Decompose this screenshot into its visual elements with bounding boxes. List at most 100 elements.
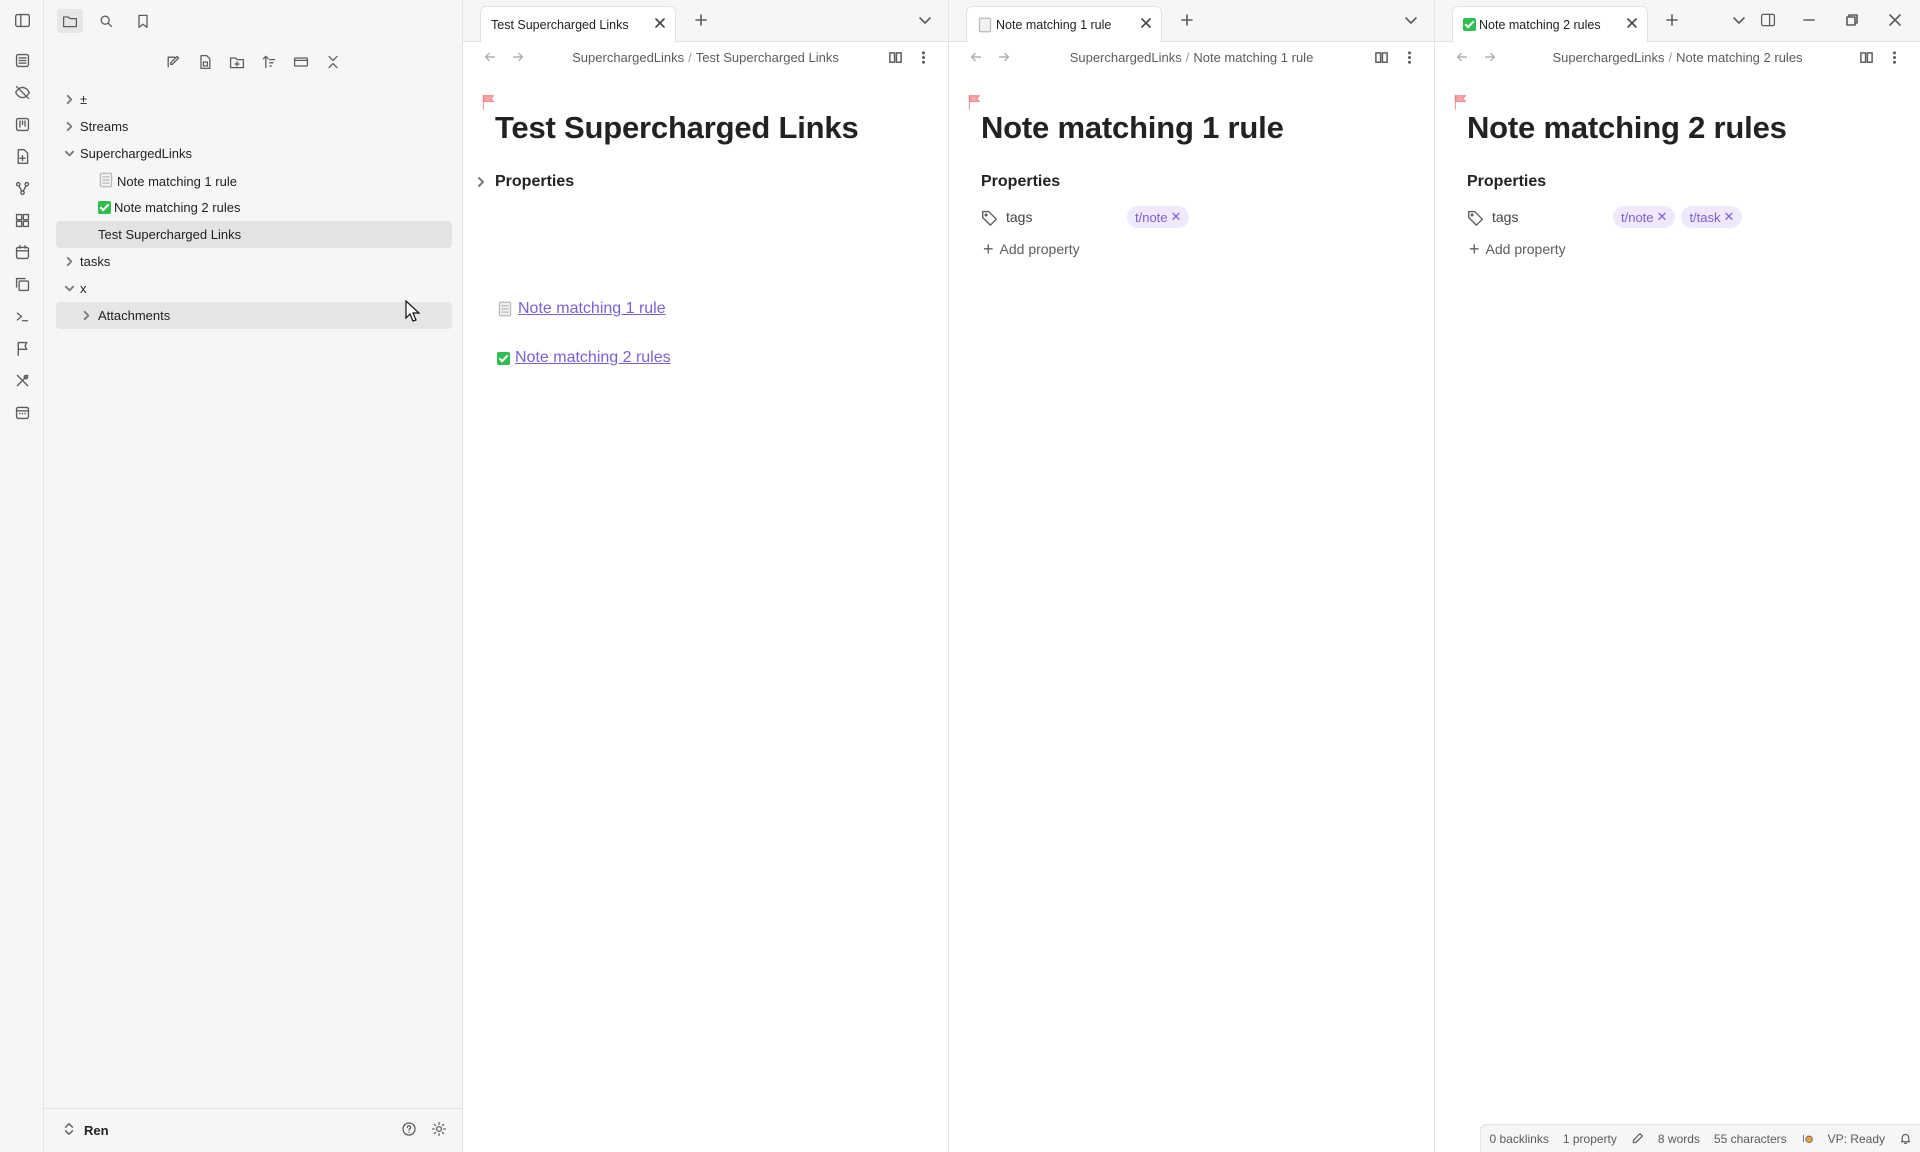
sort-order-icon[interactable] bbox=[257, 50, 281, 74]
breadcrumb-folder[interactable]: SuperchargedLinks bbox=[572, 50, 684, 65]
tab-note-matching-1-rule[interactable]: Note matching 1 rule bbox=[966, 6, 1162, 42]
chevron-down-icon[interactable] bbox=[62, 147, 76, 161]
calendar-icon[interactable] bbox=[12, 242, 32, 262]
chevron-right-icon[interactable] bbox=[79, 309, 93, 323]
kanban-icon[interactable] bbox=[12, 114, 32, 134]
graph-icon[interactable] bbox=[12, 178, 32, 198]
tab-test-supercharged-links[interactable]: Test Supercharged Links bbox=[480, 6, 676, 42]
new-from-template-icon[interactable] bbox=[193, 50, 217, 74]
collapse-all-icon[interactable] bbox=[321, 50, 345, 74]
flag-icon[interactable] bbox=[12, 338, 32, 358]
tree-folder-tasks[interactable]: tasks bbox=[56, 248, 452, 275]
tab-list-chevron-down-icon[interactable] bbox=[1403, 12, 1419, 31]
pencil-icon[interactable] bbox=[1631, 1132, 1644, 1145]
tree-folder-superchargedlinks[interactable]: SuperchargedLinks bbox=[56, 140, 452, 167]
new-tab-plus-icon[interactable] bbox=[693, 12, 709, 31]
add-property-button[interactable]: + Add property bbox=[983, 240, 1080, 258]
eye-off-icon[interactable] bbox=[12, 82, 32, 102]
tree-folder-attachments[interactable]: Attachments bbox=[56, 302, 452, 329]
chevron-right-icon[interactable] bbox=[62, 255, 76, 269]
remove-tag-icon[interactable]: ✕ bbox=[1171, 209, 1182, 225]
chevron-down-icon[interactable] bbox=[62, 282, 76, 296]
tree-file-test-supercharged-links[interactable]: Test Supercharged Links bbox=[56, 221, 452, 248]
add-property-button[interactable]: + Add property bbox=[1469, 240, 1566, 258]
restore-window-icon[interactable] bbox=[1844, 12, 1860, 31]
tab-note-matching-2-rules[interactable]: Note matching 2 rules bbox=[1452, 6, 1648, 42]
note-title[interactable]: Note matching 1 rule bbox=[981, 110, 1284, 146]
chevron-right-icon[interactable] bbox=[62, 93, 76, 107]
close-icon[interactable] bbox=[1139, 16, 1153, 33]
outline-icon[interactable] bbox=[12, 50, 32, 70]
remove-tag-icon[interactable]: ✕ bbox=[1657, 209, 1668, 225]
copy-icon[interactable] bbox=[12, 274, 32, 294]
reading-view-book-icon[interactable] bbox=[1374, 50, 1389, 68]
new-tab-plus-icon[interactable] bbox=[1179, 12, 1195, 31]
close-icon[interactable] bbox=[1625, 16, 1639, 33]
terminal-icon[interactable] bbox=[12, 306, 32, 326]
minimize-window-icon[interactable] bbox=[1801, 12, 1817, 31]
internal-link-note-1[interactable]: Note matching 1 rule bbox=[497, 300, 666, 318]
sidebar-toggle-icon[interactable] bbox=[12, 10, 32, 30]
calendar-alt-icon[interactable] bbox=[12, 402, 32, 422]
search-tab-icon[interactable] bbox=[93, 9, 119, 33]
tree-file-note-matching-2-rules[interactable]: Note matching 2 rules bbox=[56, 194, 452, 221]
tree-folder-streams[interactable]: Streams bbox=[56, 113, 452, 140]
chevron-right-icon[interactable] bbox=[475, 176, 487, 191]
tree-item-label: ± bbox=[80, 92, 88, 107]
note-title[interactable]: Test Supercharged Links bbox=[495, 110, 859, 146]
bookmarks-tab-icon[interactable] bbox=[130, 9, 156, 33]
status-backlinks[interactable]: 0 backlinks bbox=[1489, 1132, 1548, 1146]
sync-status-icon[interactable] bbox=[1801, 1132, 1814, 1145]
properties-heading[interactable]: Properties bbox=[495, 173, 574, 191]
properties-heading[interactable]: Properties bbox=[1467, 173, 1546, 191]
tree-folder-x[interactable]: x bbox=[56, 275, 452, 302]
tag-chip[interactable]: t/note ✕ bbox=[1613, 206, 1676, 228]
link-text[interactable]: Note matching 1 rule bbox=[518, 300, 666, 318]
tools-icon[interactable] bbox=[12, 370, 32, 390]
vault-switcher-icon[interactable] bbox=[62, 1122, 76, 1139]
status-properties[interactable]: 1 property bbox=[1563, 1132, 1617, 1146]
internal-link-note-2[interactable]: Note matching 2 rules bbox=[497, 349, 671, 367]
auto-reveal-icon[interactable] bbox=[289, 50, 313, 74]
file-plus-icon[interactable] bbox=[12, 146, 32, 166]
tab-list-chevron-down-icon[interactable] bbox=[1731, 12, 1747, 31]
reading-view-book-icon[interactable] bbox=[1859, 50, 1874, 68]
tag-chip[interactable]: t/task ✕ bbox=[1681, 206, 1743, 228]
more-options-icon[interactable] bbox=[1887, 50, 1902, 68]
close-icon[interactable] bbox=[653, 16, 667, 33]
tree-item-wrap: Note matching 1 rule bbox=[98, 172, 237, 189]
reading-view-book-icon[interactable] bbox=[888, 50, 903, 68]
canvas-icon[interactable] bbox=[12, 210, 32, 230]
breadcrumb-file[interactable]: Note matching 2 rules bbox=[1676, 50, 1802, 65]
new-tab-plus-icon[interactable] bbox=[1664, 12, 1680, 31]
tree-item-label: tasks bbox=[80, 254, 111, 269]
tab-list-chevron-down-icon[interactable] bbox=[917, 12, 933, 31]
close-window-icon[interactable] bbox=[1887, 12, 1903, 31]
vault-name[interactable]: Ren bbox=[84, 1123, 109, 1138]
new-note-icon[interactable] bbox=[161, 50, 185, 74]
right-sidebar-toggle-icon[interactable] bbox=[1760, 12, 1776, 31]
new-folder-icon[interactable] bbox=[225, 50, 249, 74]
files-tab-icon[interactable] bbox=[57, 9, 83, 33]
tag-chip[interactable]: t/note ✕ bbox=[1127, 206, 1190, 228]
settings-gear-icon[interactable] bbox=[431, 1121, 447, 1140]
breadcrumb-file[interactable]: Test Supercharged Links bbox=[696, 50, 839, 65]
breadcrumb-folder[interactable]: SuperchargedLinks bbox=[1552, 50, 1664, 65]
property-key[interactable]: tags bbox=[1467, 209, 1518, 226]
remove-tag-icon[interactable]: ✕ bbox=[1724, 209, 1735, 225]
notification-bell-icon[interactable] bbox=[1899, 1132, 1912, 1145]
chevron-right-icon[interactable] bbox=[62, 120, 76, 134]
status-vp[interactable]: VP: Ready bbox=[1828, 1132, 1885, 1146]
breadcrumb-file[interactable]: Note matching 1 rule bbox=[1193, 50, 1313, 65]
help-icon[interactable] bbox=[401, 1121, 417, 1140]
more-options-icon[interactable] bbox=[916, 50, 931, 68]
property-key[interactable]: tags bbox=[981, 209, 1032, 226]
properties-heading[interactable]: Properties bbox=[981, 173, 1060, 191]
editor-pane-1: Test Supercharged Links SuperchargedLink… bbox=[463, 0, 949, 1152]
tree-file-note-matching-1-rule[interactable]: Note matching 1 rule bbox=[56, 167, 452, 194]
note-title[interactable]: Note matching 2 rules bbox=[1467, 110, 1787, 146]
link-text[interactable]: Note matching 2 rules bbox=[515, 349, 671, 367]
more-options-icon[interactable] bbox=[1402, 50, 1417, 68]
tree-folder-plusminus[interactable]: ± bbox=[56, 86, 452, 113]
breadcrumb-folder[interactable]: SuperchargedLinks bbox=[1070, 50, 1182, 65]
